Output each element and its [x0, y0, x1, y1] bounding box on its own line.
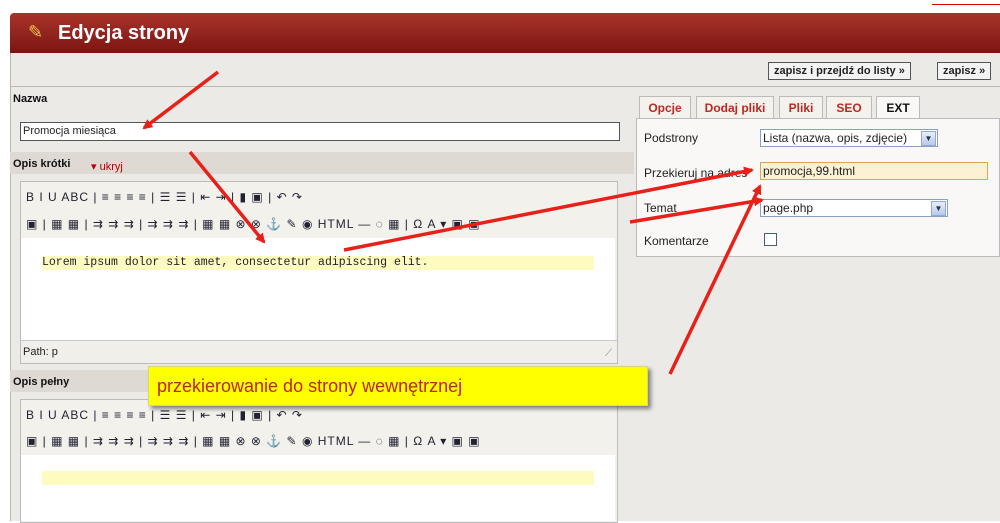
arrow-to-editor	[188, 150, 266, 244]
arrow-to-name	[142, 70, 220, 130]
arrow-to-redirect	[343, 166, 754, 252]
arrow-to-template	[629, 196, 764, 224]
annotation-arrows	[142, 70, 764, 375]
